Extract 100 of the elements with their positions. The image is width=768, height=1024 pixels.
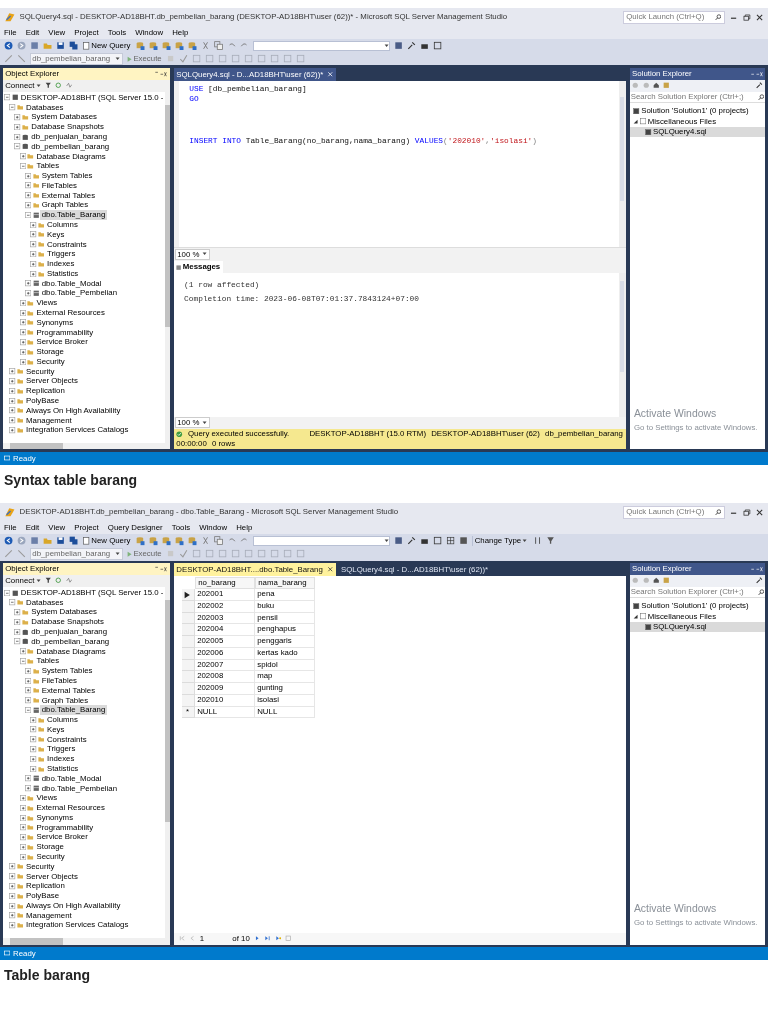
search-field[interactable]: Search Solution Explorer (Ctrl+;) <box>629 586 766 599</box>
refresh-icon[interactable] <box>55 577 62 584</box>
tree-item[interactable]: FileTables <box>40 675 79 686</box>
save-all-icon[interactable] <box>69 41 79 51</box>
home-icon[interactable] <box>652 82 660 89</box>
tree-item[interactable]: dbo.Table_Pembelian <box>40 783 119 794</box>
collapse-icon[interactable] <box>9 104 16 111</box>
restore-icon[interactable] <box>741 12 751 22</box>
caret-icon[interactable] <box>35 578 41 584</box>
new-query-button[interactable]: New Query <box>82 535 132 547</box>
copy-icon[interactable] <box>213 41 224 51</box>
tree-item[interactable]: Views <box>35 793 59 804</box>
expand-icon[interactable] <box>24 697 32 704</box>
expand-icon[interactable] <box>14 609 21 616</box>
database-query-icon[interactable] <box>135 536 145 546</box>
check-icon[interactable] <box>178 549 188 559</box>
scrollbar[interactable] <box>2 442 170 450</box>
tree-item[interactable]: db_pembelian_barang <box>30 636 111 647</box>
database-query-icon[interactable] <box>148 41 158 51</box>
expand-icon[interactable] <box>19 358 27 366</box>
table-cell[interactable]: 202008 <box>194 671 255 684</box>
menu-item[interactable]: Tools <box>171 522 191 534</box>
last-page-icon[interactable] <box>264 935 271 942</box>
tree-item[interactable]: External Resources <box>35 803 107 813</box>
change-type-button[interactable]: Change Type <box>472 535 529 547</box>
caret-icon[interactable] <box>35 83 41 89</box>
row-selector[interactable] <box>181 589 195 601</box>
tree-item[interactable]: System Tables <box>40 666 94 676</box>
database-query-icon[interactable] <box>135 41 145 51</box>
expand-icon[interactable] <box>24 775 32 782</box>
close-icon[interactable] <box>754 507 764 517</box>
menu-item[interactable]: Tools <box>107 26 127 39</box>
table-cell[interactable]: pensil <box>254 612 315 625</box>
table-cell[interactable]: NULL <box>254 706 315 719</box>
quick-launch-field[interactable]: Quick Launch (Ctrl+Q) <box>622 505 725 519</box>
tree-item[interactable]: Views <box>35 298 59 309</box>
tree-item[interactable]: dbo.Table_Pembelian <box>40 288 119 299</box>
expand-icon[interactable] <box>9 902 16 910</box>
expand-icon[interactable] <box>24 667 32 675</box>
menu-item[interactable]: Window <box>135 26 164 39</box>
expand-icon[interactable] <box>30 726 37 733</box>
tree-item[interactable]: Indexes <box>45 259 76 269</box>
document-tab[interactable]: DESKTOP-AD18BHT....dbo.Table_Barang <box>173 563 336 577</box>
menu-item[interactable]: Project <box>74 26 99 39</box>
caret-icon[interactable] <box>115 56 121 62</box>
scrollbar[interactable] <box>619 81 626 248</box>
expand-icon[interactable] <box>9 863 16 870</box>
table-cell[interactable]: 202002 <box>194 600 255 613</box>
tree-item[interactable]: Tables <box>35 656 61 667</box>
tree-item[interactable]: PolyBase <box>24 891 61 901</box>
tree-item[interactable]: Always On High Availability <box>24 900 122 911</box>
expand-icon[interactable] <box>9 397 16 405</box>
tree-item[interactable]: Miscellaneous Files <box>647 115 717 128</box>
restore-icon[interactable] <box>741 507 751 517</box>
expand-icon[interactable] <box>9 407 16 414</box>
column-header[interactable]: nama_barang <box>254 577 315 590</box>
collapse-icon[interactable] <box>3 589 11 597</box>
tree-item[interactable]: Synonyms <box>35 317 75 328</box>
tree-item[interactable]: DESKTOP-AD18BHT (SQL Server 15.0 - <box>19 587 165 598</box>
tree-item[interactable]: Management <box>24 910 74 921</box>
tree-item[interactable]: Solution 'Solution1' (0 projects) <box>641 600 749 613</box>
expand-icon[interactable] <box>9 912 16 919</box>
tree-item[interactable]: Server Objects <box>24 376 80 387</box>
activity-icon[interactable] <box>65 82 73 89</box>
table-cell[interactable]: map <box>254 671 315 684</box>
caret-icon[interactable] <box>202 420 208 426</box>
database-query-icon[interactable] <box>174 536 184 546</box>
caret-icon[interactable] <box>384 538 390 544</box>
menu-item[interactable]: Help <box>236 522 253 534</box>
expand-icon[interactable] <box>19 319 27 326</box>
table-cell[interactable]: 202003 <box>194 612 255 625</box>
expand-icon[interactable] <box>19 153 27 160</box>
caret-icon[interactable] <box>115 551 121 557</box>
expand-icon[interactable] <box>14 618 21 626</box>
database-query-icon[interactable] <box>148 536 158 546</box>
tree-item[interactable]: Service Broker <box>35 337 90 348</box>
collapse-icon[interactable] <box>3 94 11 101</box>
tree-item[interactable]: System Databases <box>30 607 99 618</box>
refresh-icon[interactable] <box>55 82 62 89</box>
expand-icon[interactable] <box>9 368 16 375</box>
search-field[interactable]: Search Solution Explorer (Ctrl+;) <box>629 91 766 104</box>
expand-icon[interactable] <box>9 378 16 385</box>
expand-icon[interactable] <box>24 192 32 199</box>
wrench-icon[interactable] <box>407 41 417 51</box>
table-cell[interactable]: kertas kado <box>254 647 315 660</box>
tree-item[interactable]: Database Snapshots <box>30 617 106 628</box>
collapse-icon[interactable] <box>24 706 32 714</box>
expand-icon[interactable] <box>9 387 16 395</box>
tree-item[interactable]: External Tables <box>40 685 97 696</box>
tree-item[interactable]: Keys <box>45 229 66 240</box>
tree-item[interactable]: Tables <box>35 161 61 172</box>
expand-icon[interactable] <box>30 241 37 248</box>
new-query-button[interactable]: New Query <box>82 40 132 52</box>
close-icon[interactable] <box>326 566 334 573</box>
expand-icon[interactable] <box>24 172 32 180</box>
cut-icon[interactable] <box>200 41 211 51</box>
table-cell[interactable]: gunting <box>254 683 315 695</box>
expand-icon[interactable] <box>9 427 16 434</box>
database-query-icon[interactable] <box>187 536 197 546</box>
grid-icon[interactable] <box>446 536 456 546</box>
